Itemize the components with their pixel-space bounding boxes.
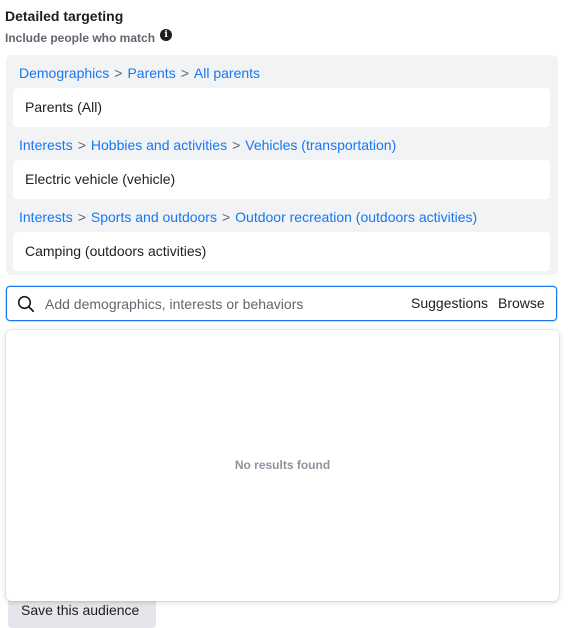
info-icon[interactable]: i [160, 29, 173, 41]
breadcrumb-link-outdoor-recreation[interactable]: Outdoor recreation (outdoors activities) [235, 209, 477, 225]
include-subtitle-text: Include people who match [5, 31, 156, 45]
breadcrumb-separator: > [114, 65, 123, 81]
breadcrumb-link-interests[interactable]: Interests [19, 209, 73, 225]
breadcrumb: Demographics > Parents > All parents [19, 65, 260, 81]
breadcrumb-link-vehicles[interactable]: Vehicles (transportation) [245, 137, 396, 153]
selected-targeting-item[interactable]: Camping (outdoors activities) [13, 232, 550, 271]
selected-targeting-panel: Demographics > Parents > All parents Parents… [6, 55, 558, 275]
breadcrumb-link-demographics[interactable]: Demographics [19, 65, 109, 81]
suggestions-tab[interactable]: Suggestions [411, 295, 488, 311]
breadcrumb-link-sports[interactable]: Sports and outdoors [91, 209, 217, 225]
no-results-message: No results found [234, 458, 331, 472]
search-results-dropdown: No results found [6, 330, 559, 601]
breadcrumb-separator: > [77, 209, 86, 225]
detailed-targeting-title: Detailed targeting [5, 8, 124, 24]
breadcrumb-link-parents[interactable]: Parents [127, 65, 175, 81]
include-subtitle: Include people who match i [5, 29, 173, 45]
search-input[interactable] [45, 294, 385, 314]
browse-tab[interactable]: Browse [498, 295, 545, 311]
breadcrumb: Interests > Hobbies and activities > Vehicle… [19, 137, 396, 153]
selected-targeting-item[interactable]: Parents (All) [13, 88, 550, 127]
breadcrumb-separator: > [77, 137, 86, 153]
breadcrumb-link-hobbies[interactable]: Hobbies and activities [91, 137, 227, 153]
selected-targeting-item[interactable]: Electric vehicle (vehicle) [13, 160, 550, 199]
save-audience-label: Save this audience [21, 602, 140, 618]
targeting-search-bar: Suggestions Browse [6, 286, 557, 321]
breadcrumb-link-all-parents[interactable]: All parents [194, 65, 260, 81]
breadcrumb-separator: > [232, 137, 241, 153]
breadcrumb-separator: > [180, 65, 189, 81]
search-icon [17, 295, 35, 313]
breadcrumb: Interests > Sports and outdoors > Outdoor re… [19, 209, 477, 225]
bottom-save-button[interactable]: Save this audience [8, 598, 156, 628]
breadcrumb-separator: > [221, 209, 231, 225]
breadcrumb-link-interests[interactable]: Interests [19, 137, 73, 153]
